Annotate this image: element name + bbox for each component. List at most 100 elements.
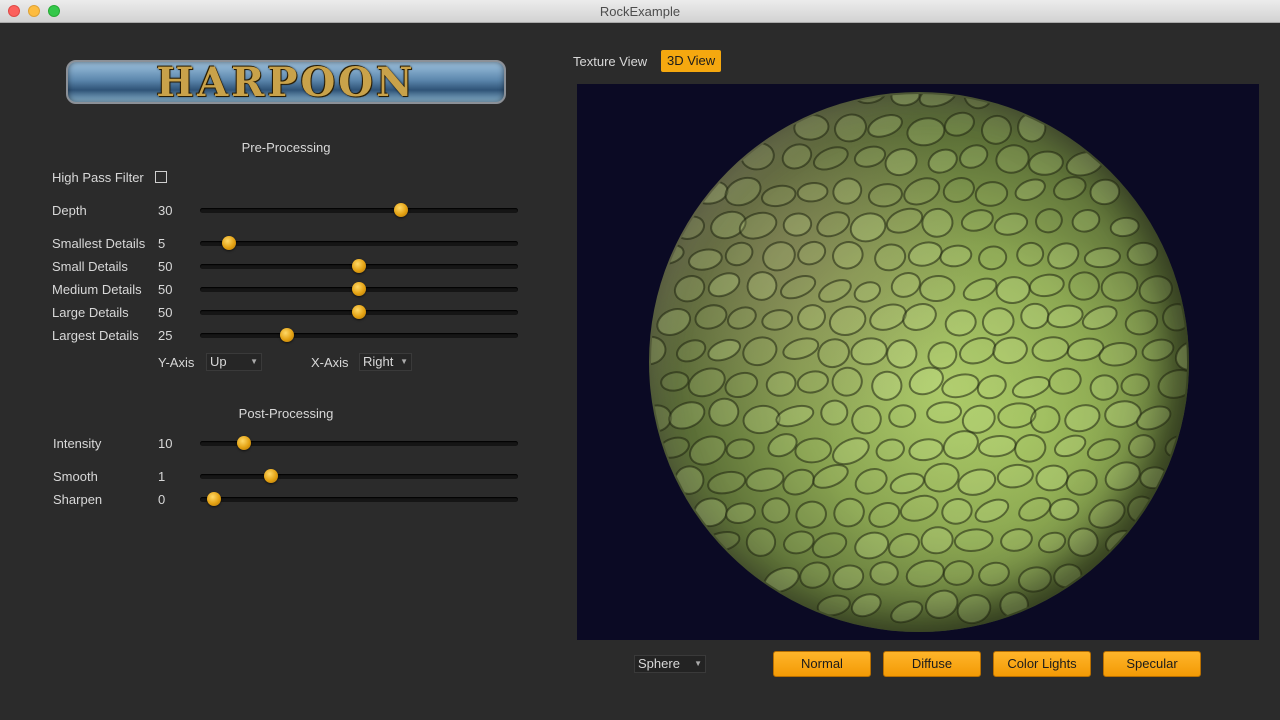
- x-axis-select[interactable]: Right ▼: [359, 353, 412, 371]
- stone-texture: [761, 184, 797, 208]
- stone-texture: [959, 337, 997, 365]
- stone-texture: [812, 464, 849, 489]
- slider-value: 50: [158, 259, 173, 274]
- stone-texture: [871, 370, 903, 401]
- stone-texture: [924, 589, 959, 619]
- color-lights-button[interactable]: Color Lights: [993, 651, 1091, 677]
- slider[interactable]: [200, 202, 518, 218]
- stone-texture: [707, 338, 742, 362]
- chevron-down-icon: ▼: [694, 659, 702, 668]
- stone-texture: [1139, 466, 1169, 490]
- stone-texture: [656, 307, 692, 336]
- stone-texture: [832, 437, 870, 466]
- stone-texture: [658, 436, 690, 459]
- slider-track[interactable]: [200, 474, 518, 479]
- slider-thumb[interactable]: [352, 259, 366, 273]
- stone-texture: [944, 309, 977, 337]
- stone-texture: [799, 561, 831, 589]
- stone-texture: [782, 468, 815, 496]
- stone-texture: [1104, 400, 1142, 428]
- stone-texture: [993, 212, 1029, 236]
- stone-texture: [816, 594, 851, 617]
- normal-button[interactable]: Normal: [773, 651, 871, 677]
- y-axis-select[interactable]: Up ▼: [206, 353, 262, 371]
- stone-texture: [918, 94, 958, 108]
- slider[interactable]: [200, 304, 518, 320]
- stone-texture: [942, 177, 975, 203]
- slider-label: Smooth: [53, 469, 98, 484]
- slider-track[interactable]: [200, 241, 518, 246]
- stone-texture: [673, 275, 706, 303]
- stone-texture: [853, 145, 887, 168]
- stone-texture: [782, 337, 820, 360]
- slider-label: Large Details: [52, 305, 129, 320]
- slider-thumb[interactable]: [264, 469, 279, 483]
- stone-texture: [832, 241, 864, 270]
- stone-texture: [1164, 434, 1187, 458]
- shape-select[interactable]: Sphere ▼: [634, 655, 706, 673]
- specular-button[interactable]: Specular: [1103, 651, 1201, 677]
- slider-track[interactable]: [200, 333, 518, 338]
- slider-track[interactable]: [200, 208, 518, 213]
- stone-texture: [1138, 275, 1173, 304]
- stone-texture: [783, 530, 815, 555]
- diffuse-button[interactable]: Diffuse: [883, 651, 981, 677]
- stone-texture: [927, 148, 958, 174]
- stone-texture: [724, 241, 754, 267]
- slider[interactable]: [200, 435, 518, 451]
- slider-track[interactable]: [200, 497, 518, 502]
- 3d-viewport[interactable]: [577, 84, 1259, 640]
- stone-texture: [851, 405, 882, 435]
- y-axis-label: Y-Axis: [158, 355, 195, 370]
- stone-texture: [660, 371, 690, 392]
- slider[interactable]: [200, 327, 518, 343]
- stone-texture: [1037, 531, 1067, 554]
- slider-label: Medium Details: [52, 282, 142, 297]
- stone-texture: [740, 141, 775, 171]
- stone-texture: [919, 274, 956, 303]
- stone-texture: [693, 180, 729, 205]
- slider-thumb[interactable]: [352, 305, 366, 319]
- stone-texture: [702, 531, 741, 553]
- stone-texture: [1053, 434, 1087, 458]
- stone-texture: [1162, 303, 1187, 332]
- stone-texture: [726, 306, 757, 330]
- stone-texture: [1127, 434, 1156, 459]
- stone-texture: [688, 435, 727, 466]
- title-bar: RockExample: [0, 0, 1280, 23]
- stone-texture: [761, 309, 794, 331]
- stone-texture: [763, 566, 800, 593]
- high-pass-filter-checkbox[interactable]: [155, 171, 167, 183]
- slider[interactable]: [200, 468, 518, 484]
- stone-texture: [725, 502, 756, 524]
- slider-value: 50: [158, 305, 173, 320]
- stone-texture: [1014, 178, 1046, 202]
- slider-thumb[interactable]: [237, 436, 252, 450]
- stone-texture: [1141, 338, 1175, 362]
- stone-texture: [869, 561, 899, 586]
- stone-texture: [874, 243, 907, 272]
- tab-texture-view[interactable]: Texture View: [573, 51, 647, 73]
- stone-texture: [996, 463, 1034, 489]
- slider[interactable]: [200, 281, 518, 297]
- slider-thumb[interactable]: [394, 203, 409, 217]
- slider[interactable]: [200, 258, 518, 274]
- slider[interactable]: [200, 235, 518, 251]
- slider-thumb[interactable]: [352, 282, 366, 296]
- stone-texture: [767, 433, 798, 458]
- stone-texture: [885, 207, 924, 234]
- slider-thumb[interactable]: [207, 492, 222, 506]
- stone-texture: [884, 148, 918, 177]
- stone-texture: [974, 498, 1010, 523]
- stone-texture: [707, 272, 741, 298]
- stone-texture: [1124, 309, 1159, 336]
- slider[interactable]: [200, 491, 518, 507]
- stone-texture: [674, 465, 705, 495]
- slider-thumb[interactable]: [222, 236, 237, 250]
- stone-texture: [795, 500, 827, 529]
- stone-texture: [941, 498, 973, 525]
- chevron-down-icon: ▼: [250, 357, 258, 366]
- slider-thumb[interactable]: [279, 328, 294, 342]
- tab-3d-view[interactable]: 3D View: [661, 50, 722, 72]
- shape-select-value: Sphere: [638, 656, 680, 671]
